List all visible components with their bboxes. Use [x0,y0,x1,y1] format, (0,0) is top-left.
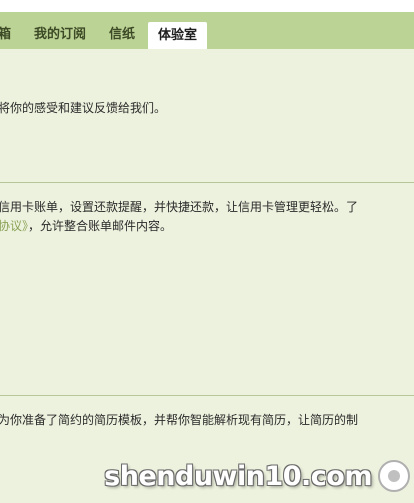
watermark-logo-icon [378,460,410,492]
tab-inbox[interactable]: 箱 [0,21,11,49]
resume-description: 为你准备了简约的简历模板，并帮你智能解析现有简历，让简历的制 [0,413,359,427]
tab-my-subscriptions[interactable]: 我的订阅 [34,21,86,49]
watermark-text: shenduwin10.com [104,460,372,492]
lab-content-panel: 将你的感受和建议反馈给我们。 信用卡账单，设置还款提醒，并快捷还款，让信用卡管理… [0,49,414,503]
site-watermark: shenduwin10.com [104,453,410,499]
tab-lab[interactable]: 体验室 [148,22,208,50]
section-divider [0,182,414,183]
credit-card-description: 信用卡账单，设置还款提醒，并快捷还款，让信用卡管理更轻松。了 [0,200,359,214]
feedback-description: 将你的感受和建议反馈给我们。 [0,101,167,115]
credit-card-agreement-line: 协议》，允许整合账单邮件内容。 [0,217,172,235]
mail-tab-bar: 箱 我的订阅 信纸 体验室 [0,12,414,50]
section-divider [0,395,414,396]
top-strip [0,0,414,12]
tab-stationery[interactable]: 信纸 [109,21,135,49]
agreement-link[interactable]: 协议》 [0,219,28,233]
agreement-rest-text: ，允许整合账单邮件内容。 [28,219,173,233]
